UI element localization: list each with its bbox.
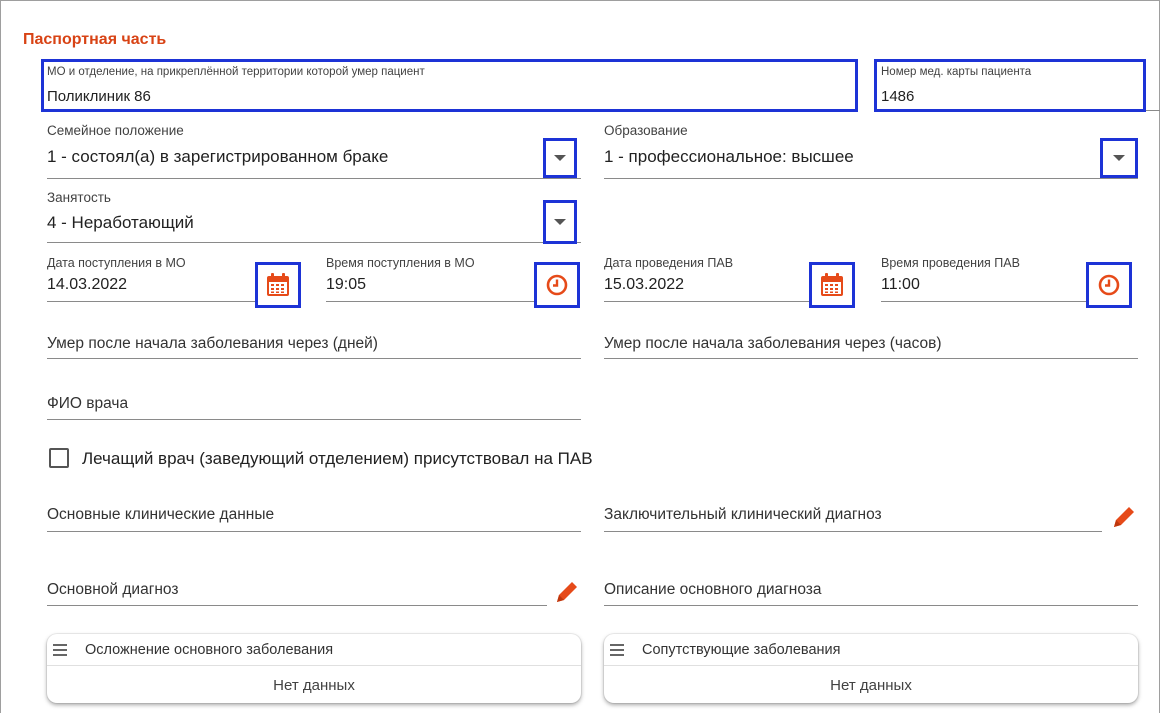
- complications-empty-text: Нет данных: [273, 677, 355, 694]
- died-hours-placeholder: Умер после начала заболевания через (час…: [604, 335, 942, 352]
- family-status-dropdown-button[interactable]: [543, 138, 577, 178]
- family-status-label: Семейное положение: [47, 123, 184, 138]
- final-diagnosis-edit-button[interactable]: [1110, 503, 1138, 531]
- admit-date-picker-button[interactable]: [255, 262, 301, 308]
- chevron-down-icon: [1113, 155, 1125, 161]
- chevron-down-icon: [554, 219, 566, 225]
- education-label: Образование: [604, 123, 688, 138]
- pav-date-value: 15.03.2022: [604, 276, 685, 293]
- clinical-data-placeholder: Основные клинические данные: [47, 506, 275, 523]
- employment-dropdown-button[interactable]: [543, 200, 577, 244]
- attending-checkbox-label: Лечащий врач (заведующий отделением) при…: [82, 449, 593, 468]
- education-dropdown-button[interactable]: [1100, 138, 1138, 178]
- menu-icon[interactable]: [610, 644, 624, 659]
- family-status-value: 1 - состоял(а) в зарегистрированном брак…: [47, 147, 389, 166]
- mo-field-value: Поликлиник 86: [47, 88, 151, 105]
- died-hours-input[interactable]: Умер после начала заболевания через (час…: [604, 332, 1138, 359]
- card-underline: [1146, 110, 1160, 111]
- employment-label: Занятость: [47, 190, 111, 205]
- pav-date-label: Дата проведения ПАВ: [604, 256, 734, 270]
- mo-field-label: МО и отделение, на прикреплённой террито…: [47, 66, 425, 78]
- died-days-input[interactable]: Умер после начала заболевания через (дне…: [47, 332, 581, 359]
- card-number-field[interactable]: Номер мед. карты пациента 1486: [881, 66, 1141, 108]
- died-days-placeholder: Умер после начала заболевания через (дне…: [47, 335, 378, 352]
- chevron-down-icon: [554, 155, 566, 161]
- main-diagnosis-input[interactable]: Основной диагноз: [47, 578, 547, 606]
- family-status-select[interactable]: Семейное положение 1 - состоял(а) в заре…: [47, 123, 581, 179]
- admit-date-field[interactable]: Дата поступления в МО 14.03.2022: [47, 256, 255, 302]
- comorbid-empty-text: Нет данных: [830, 677, 912, 694]
- pav-time-field[interactable]: Время проведения ПАВ 11:00: [881, 256, 1086, 302]
- pav-time-value: 11:00: [881, 276, 920, 293]
- complications-panel: Осложнение основного заболевания Нет дан…: [47, 634, 581, 703]
- admit-date-value: 14.03.2022: [47, 276, 128, 293]
- card-number-value: 1486: [881, 88, 915, 105]
- complications-panel-header: Осложнение основного заболевания: [47, 634, 581, 666]
- education-select[interactable]: Образование 1 - профессиональное: высшее: [604, 123, 1138, 179]
- employment-select[interactable]: Занятость 4 - Неработающий: [47, 190, 581, 243]
- final-diagnosis-placeholder: Заключительный клинический диагноз: [604, 506, 882, 523]
- menu-icon[interactable]: [53, 644, 67, 659]
- final-diagnosis-input[interactable]: Заключительный клинический диагноз: [604, 503, 1102, 532]
- admit-time-value: 19:05: [326, 276, 367, 293]
- admit-time-field[interactable]: Время поступления в МО 19:05: [326, 256, 534, 302]
- section-title: Паспортная часть: [23, 31, 167, 48]
- main-diagnosis-description-input[interactable]: Описание основного диагноза: [604, 578, 1138, 606]
- mo-field[interactable]: МО и отделение, на прикреплённой террито…: [47, 66, 852, 108]
- pav-time-label: Время проведения ПАВ: [881, 256, 1020, 270]
- comorbid-panel-header: Сопутствующие заболевания: [604, 634, 1138, 666]
- clock-icon: [546, 274, 568, 296]
- pencil-icon: [557, 582, 577, 602]
- employment-value: 4 - Неработающий: [47, 213, 194, 232]
- pav-date-picker-button[interactable]: [809, 262, 855, 308]
- card-number-label: Номер мед. карты пациента: [881, 66, 1032, 78]
- attending-checkbox[interactable]: [49, 448, 69, 468]
- clock-icon: [1098, 274, 1120, 296]
- calendar-icon: [267, 273, 289, 296]
- complications-panel-title: Осложнение основного заболевания: [85, 642, 334, 658]
- education-value: 1 - профессиональное: высшее: [604, 147, 854, 166]
- clinical-data-input[interactable]: Основные клинические данные: [47, 503, 581, 532]
- pav-time-picker-button[interactable]: [1086, 262, 1132, 308]
- main-diagnosis-description-placeholder: Описание основного диагноза: [604, 581, 822, 598]
- doctor-name-input[interactable]: ФИО врача: [47, 392, 581, 420]
- main-diagnosis-placeholder: Основной диагноз: [47, 581, 179, 598]
- calendar-icon: [821, 273, 843, 296]
- main-diagnosis-edit-button[interactable]: [553, 578, 581, 606]
- comorbid-panel: Сопутствующие заболевания Нет данных: [604, 634, 1138, 703]
- pav-date-field[interactable]: Дата проведения ПАВ 15.03.2022: [604, 256, 809, 302]
- admit-date-label: Дата поступления в МО: [47, 256, 186, 270]
- pencil-icon: [1114, 507, 1134, 527]
- comorbid-panel-title: Сопутствующие заболевания: [642, 642, 841, 658]
- doctor-name-placeholder: ФИО врача: [47, 395, 129, 412]
- admit-time-picker-button[interactable]: [534, 262, 580, 308]
- admit-time-label: Время поступления в МО: [326, 256, 475, 270]
